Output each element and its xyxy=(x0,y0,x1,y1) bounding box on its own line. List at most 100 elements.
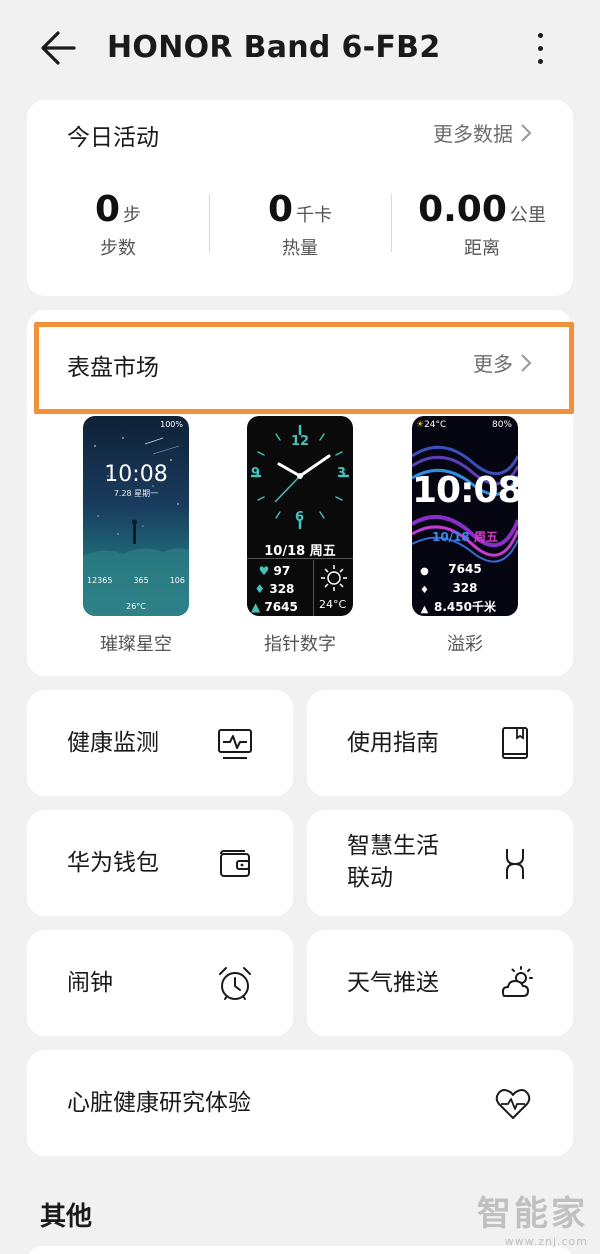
dial-number-3: 3 xyxy=(337,466,347,481)
smart-life-icon xyxy=(506,849,524,879)
face-date: 10/18 xyxy=(264,544,306,559)
face-stats-column: ♥ 97 ♦ 328 ▲ 7645 xyxy=(251,562,298,616)
section-title-other: 其他 xyxy=(40,1202,93,1232)
heart-pulse-icon xyxy=(495,1089,531,1119)
sun-icon: ☀ xyxy=(416,420,425,430)
tile-label: 华为钱包 xyxy=(67,850,159,876)
dial-number-6: 6 xyxy=(295,510,305,525)
health-monitor-icon xyxy=(218,729,252,759)
distance-value: 0.00 xyxy=(418,189,507,230)
watch-face-name: 溢彩 xyxy=(447,634,483,655)
face-stats-row: 12365 365 106 xyxy=(87,576,185,585)
face-date-row: 10/18 周五 xyxy=(412,528,518,545)
face-battery: 80% xyxy=(491,420,512,430)
more-data-label: 更多数据 xyxy=(433,122,513,146)
face-time: 10:08 xyxy=(104,462,168,487)
watermark-url: www.znj.com xyxy=(504,1235,588,1248)
watch-face-preview: 12 3 6 9 10/18 周五 ♥ 97 ♦ 328 ▲ 7645 24°C xyxy=(247,416,353,616)
health-monitoring-tile[interactable]: 健康监测 xyxy=(27,690,293,796)
face-steps: 7645 xyxy=(448,562,482,576)
watermark: 智能家 www.znj.com xyxy=(477,1186,588,1248)
page-title: HONOR Band 6-FB2 xyxy=(107,30,441,65)
steps-unit: 步 xyxy=(123,205,142,226)
face-steps: 7645 xyxy=(264,600,298,614)
sun-icon xyxy=(321,565,347,591)
footprint-icon: ● xyxy=(420,566,429,577)
alarm-tile[interactable]: 闹钟 xyxy=(27,930,293,1036)
watch-face-preview: ☀24°C 80% 10:08 10/18 周五 7645 328 8.450千… xyxy=(412,416,518,616)
weather-icon xyxy=(501,966,533,997)
face-date: 7.28 星期一 xyxy=(113,489,159,498)
face-weekday: 周五 xyxy=(473,530,498,544)
distance-unit: 公里 xyxy=(509,205,546,226)
tile-label: 使用指南 xyxy=(347,730,439,756)
face-heart: 97 xyxy=(273,564,291,578)
face-weekday: 周五 xyxy=(309,544,336,559)
face-date-row: 10/18 周五 xyxy=(247,540,353,559)
dial-number-9: 9 xyxy=(251,466,261,481)
calories-stat: 0 千卡 热量 xyxy=(209,190,391,260)
dot-icon xyxy=(537,58,543,64)
watch-face-item[interactable]: 100% 10:08 7.28 星期一 12365 365 106 26°C 璀… xyxy=(82,416,190,656)
flame-icon: ♦ xyxy=(420,585,429,596)
tile-label-line: 智慧生活 xyxy=(347,833,439,859)
face-temp: 26°C xyxy=(126,602,146,611)
calories-unit: 千卡 xyxy=(296,205,333,226)
watch-face-item[interactable]: 12 3 6 9 10/18 周五 ♥ 97 ♦ 328 ▲ 7645 24°C… xyxy=(246,416,354,656)
steps-label: 步数 xyxy=(100,238,136,259)
starry-sky-illustration xyxy=(83,437,189,616)
face-date: 10/18 xyxy=(432,530,470,544)
dot-icon xyxy=(537,45,543,51)
face-kcal: 365 xyxy=(133,576,149,585)
tile-label-line: 联动 xyxy=(347,865,393,891)
tile-label: 天气推送 xyxy=(347,970,439,996)
calories-value: 0 xyxy=(267,189,294,230)
back-button[interactable] xyxy=(36,24,84,72)
alarm-clock-icon xyxy=(219,967,251,1000)
face-steps: 12365 xyxy=(87,576,113,585)
dot-icon xyxy=(537,32,543,38)
face-battery: 100% xyxy=(160,420,183,429)
smart-life-tile[interactable]: 智慧生活 联动 xyxy=(307,810,573,916)
face-stats-column: 7645 328 8.450千米 xyxy=(434,560,496,616)
face-distance: 8.450千米 xyxy=(434,600,496,614)
face-temp: 24°C xyxy=(319,598,347,611)
watch-face-name: 指针数字 xyxy=(264,634,336,655)
back-arrow-icon xyxy=(41,31,76,65)
app-bar: HONOR Band 6-FB2 xyxy=(0,0,600,96)
huawei-wallet-tile[interactable]: 华为钱包 xyxy=(27,810,293,916)
distance-stat: 0.00 公里 距离 xyxy=(391,190,573,260)
book-icon xyxy=(502,727,528,759)
heart-health-study-tile[interactable]: 心脏健康研究体验 xyxy=(27,1050,573,1156)
user-guide-tile[interactable]: 使用指南 xyxy=(307,690,573,796)
more-options-button[interactable] xyxy=(522,24,558,72)
today-activity-card[interactable]: 今日活动 更多数据 0 步 步数 0 千卡 热量 0.00 公里 距离 xyxy=(27,100,573,296)
dial-number-12: 12 xyxy=(291,434,310,449)
watch-face-preview: 100% 10:08 7.28 星期一 12365 365 106 26°C xyxy=(83,416,189,616)
steps-value: 0 xyxy=(94,189,121,230)
face-temp: ☀24°C xyxy=(416,420,446,430)
calories-label: 热量 xyxy=(282,238,318,259)
tower-icon: ▲ xyxy=(420,604,429,615)
tile-label: 闹钟 xyxy=(67,970,113,996)
face-temp-value: 24°C xyxy=(424,420,447,430)
activity-title: 今日活动 xyxy=(67,125,159,151)
distance-label: 距离 xyxy=(464,238,500,259)
highlight-box xyxy=(34,322,574,414)
face-heart: 106 xyxy=(169,576,185,585)
weather-push-tile[interactable]: 天气推送 xyxy=(307,930,573,1036)
watermark-logo-text: 智能家 xyxy=(477,1194,588,1234)
face-divider xyxy=(247,558,353,559)
face-kcal: 328 xyxy=(269,582,295,596)
tile-label: 健康监测 xyxy=(67,730,159,756)
wallet-icon xyxy=(220,850,250,877)
face-divider xyxy=(313,560,314,616)
heart-icon: ♥ xyxy=(258,564,270,578)
watch-face-item[interactable]: ☀24°C 80% 10:08 10/18 周五 7645 328 8.450千… xyxy=(411,416,519,656)
tile-label: 智慧生活 联动 xyxy=(347,830,439,894)
tile-label: 心脏健康研究体验 xyxy=(67,1090,251,1116)
face-stat-icons: ● ♦ ▲ xyxy=(420,562,429,616)
chevron-right-icon xyxy=(521,123,532,142)
more-data-link[interactable]: 更多数据 xyxy=(433,118,533,147)
shoe-icon: ▲ xyxy=(251,600,261,614)
